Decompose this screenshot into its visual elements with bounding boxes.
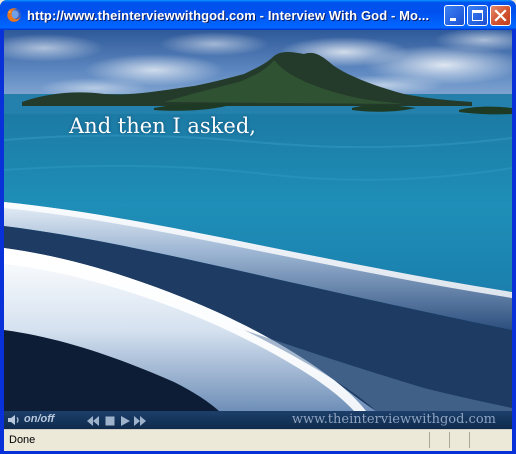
status-panel bbox=[449, 432, 469, 448]
stop-icon[interactable] bbox=[104, 414, 118, 426]
ocean-island-wave-image bbox=[4, 30, 512, 411]
fast-forward-icon[interactable] bbox=[133, 414, 147, 426]
maximize-icon bbox=[472, 10, 483, 21]
status-panel bbox=[429, 432, 449, 448]
maximize-button[interactable] bbox=[467, 5, 488, 26]
slide-caption: And then I asked, bbox=[69, 114, 256, 138]
browser-window: http://www.theinterviewwithgod.com - Int… bbox=[0, 0, 516, 454]
speaker-icon[interactable] bbox=[7, 413, 21, 427]
close-button[interactable] bbox=[490, 5, 511, 26]
firefox-icon[interactable] bbox=[6, 7, 22, 23]
slide-area[interactable]: And then I asked, bbox=[4, 30, 512, 411]
player-control-bar: on/off www.theinterviewwithgod.com bbox=[4, 411, 512, 429]
sound-toggle-button[interactable]: on/off bbox=[24, 413, 54, 425]
minimize-button[interactable] bbox=[444, 5, 465, 26]
minimize-icon bbox=[450, 18, 456, 21]
play-icon[interactable] bbox=[119, 414, 133, 426]
status-text: Done bbox=[9, 434, 36, 446]
title-bar[interactable]: http://www.theinterviewwithgod.com - Int… bbox=[0, 0, 516, 30]
rewind-icon[interactable] bbox=[86, 414, 100, 426]
status-bar: Done bbox=[4, 429, 512, 451]
close-icon bbox=[494, 9, 507, 22]
window-title: http://www.theinterviewwithgod.com - Int… bbox=[27, 8, 430, 23]
site-url-link[interactable]: www.theinterviewwithgod.com bbox=[292, 412, 496, 427]
status-panel bbox=[469, 432, 511, 448]
